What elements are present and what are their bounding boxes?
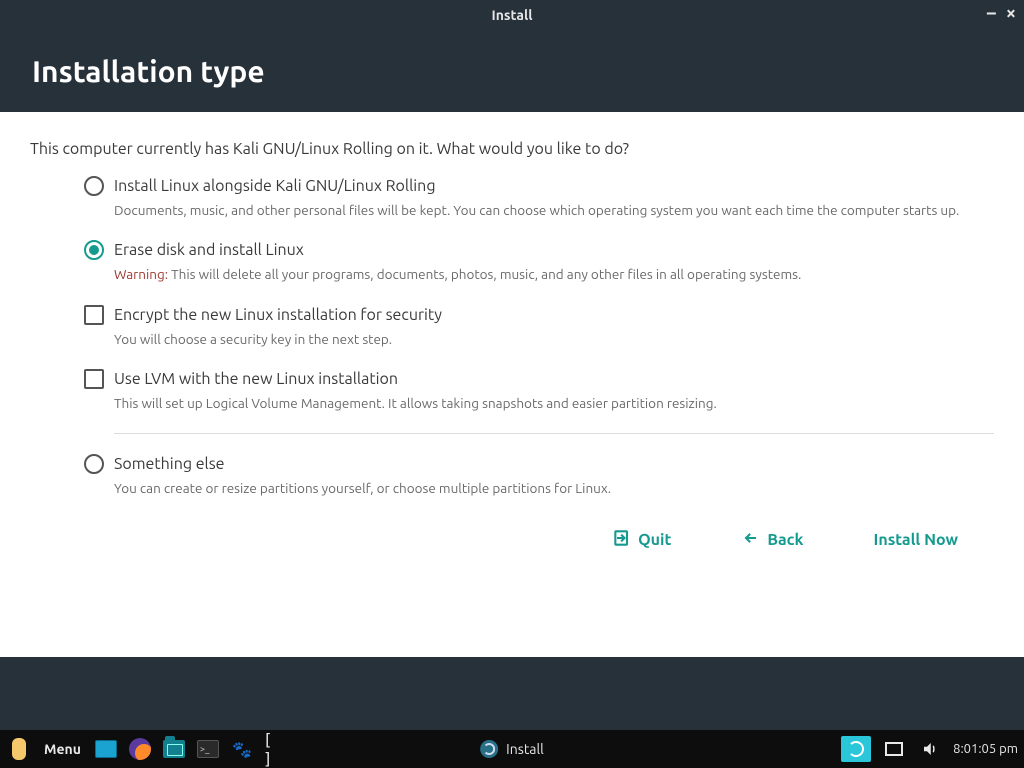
intro-text: This computer currently has Kali GNU/Lin… bbox=[30, 140, 994, 158]
paw-icon[interactable]: 🐾 bbox=[229, 736, 255, 762]
close-icon[interactable]: × bbox=[1006, 4, 1016, 22]
window-controls: – × bbox=[987, 4, 1016, 22]
clock[interactable]: 8:01:05 pm bbox=[953, 742, 1018, 756]
option-erase-disk: Erase disk and install Linux Warning: Th… bbox=[84, 240, 994, 284]
firefox-icon[interactable] bbox=[127, 736, 153, 762]
taskbar-right: 8:01:05 pm bbox=[841, 736, 1018, 762]
back-button[interactable]: Back bbox=[741, 528, 803, 552]
warning-text: This will delete all your programs, docu… bbox=[168, 266, 801, 282]
taskbar-app-title[interactable]: Install bbox=[506, 741, 544, 757]
option-label: Something else bbox=[114, 455, 225, 473]
minimize-icon[interactable]: – bbox=[987, 4, 996, 22]
start-icon[interactable] bbox=[6, 736, 32, 762]
radio-install-alongside[interactable] bbox=[84, 176, 104, 196]
taskbar-left: Menu >_ 🐾 [ ] bbox=[6, 736, 289, 762]
show-desktop-icon[interactable] bbox=[93, 736, 119, 762]
warning-label: Warning: bbox=[114, 266, 168, 282]
workspace-switcher[interactable]: [ ] bbox=[263, 736, 289, 762]
back-label: Back bbox=[767, 531, 803, 549]
option-lvm: Use LVM with the new Linux installation … bbox=[84, 369, 994, 413]
taskbar-center: Install bbox=[480, 740, 544, 758]
back-arrow-icon bbox=[741, 528, 761, 552]
divider bbox=[114, 433, 994, 434]
installer-window: Install – × Installation type This compu… bbox=[0, 0, 1024, 730]
window-title: Install bbox=[492, 7, 533, 23]
install-app-icon bbox=[480, 740, 498, 758]
button-row: Quit Back Install Now bbox=[30, 518, 994, 552]
menu-label: Menu bbox=[44, 741, 81, 757]
option-something-else: Something else You can create or resize … bbox=[84, 454, 994, 498]
content-area: This computer currently has Kali GNU/Lin… bbox=[0, 112, 1024, 657]
option-desc: You can create or resize partitions your… bbox=[114, 478, 974, 498]
option-install-alongside: Install Linux alongside Kali GNU/Linux R… bbox=[84, 176, 994, 220]
volume-icon[interactable] bbox=[917, 736, 943, 762]
taskbar-active-app-icon[interactable] bbox=[841, 736, 871, 762]
taskbar: Menu >_ 🐾 [ ] Install 8:01:05 pm bbox=[0, 730, 1024, 768]
header: Installation type bbox=[0, 30, 1024, 112]
checkbox-encrypt[interactable] bbox=[84, 305, 104, 325]
option-desc: Warning: This will delete all your progr… bbox=[114, 264, 974, 284]
option-label: Encrypt the new Linux installation for s… bbox=[114, 306, 442, 324]
radio-something-else[interactable] bbox=[84, 454, 104, 474]
terminal-icon[interactable]: >_ bbox=[195, 736, 221, 762]
install-label: Install Now bbox=[874, 531, 958, 549]
desktop-pager-icon[interactable] bbox=[881, 736, 907, 762]
option-label: Erase disk and install Linux bbox=[114, 241, 304, 259]
option-encrypt: Encrypt the new Linux installation for s… bbox=[84, 305, 994, 349]
quit-icon bbox=[612, 528, 632, 552]
options-group: Install Linux alongside Kali GNU/Linux R… bbox=[30, 176, 994, 498]
option-desc: You will choose a security key in the ne… bbox=[114, 329, 974, 349]
radio-erase-disk[interactable] bbox=[84, 240, 104, 260]
checkbox-lvm[interactable] bbox=[84, 369, 104, 389]
files-icon[interactable] bbox=[161, 736, 187, 762]
option-label: Use LVM with the new Linux installation bbox=[114, 370, 398, 388]
option-label: Install Linux alongside Kali GNU/Linux R… bbox=[114, 177, 436, 195]
quit-label: Quit bbox=[638, 531, 671, 549]
quit-button[interactable]: Quit bbox=[612, 528, 671, 552]
titlebar: Install – × bbox=[0, 0, 1024, 30]
option-desc: This will set up Logical Volume Manageme… bbox=[114, 393, 974, 413]
install-now-button[interactable]: Install Now bbox=[874, 531, 958, 549]
option-desc: Documents, music, and other personal fil… bbox=[114, 200, 974, 220]
menu-button[interactable]: Menu bbox=[40, 741, 85, 757]
page-title: Installation type bbox=[32, 54, 992, 88]
